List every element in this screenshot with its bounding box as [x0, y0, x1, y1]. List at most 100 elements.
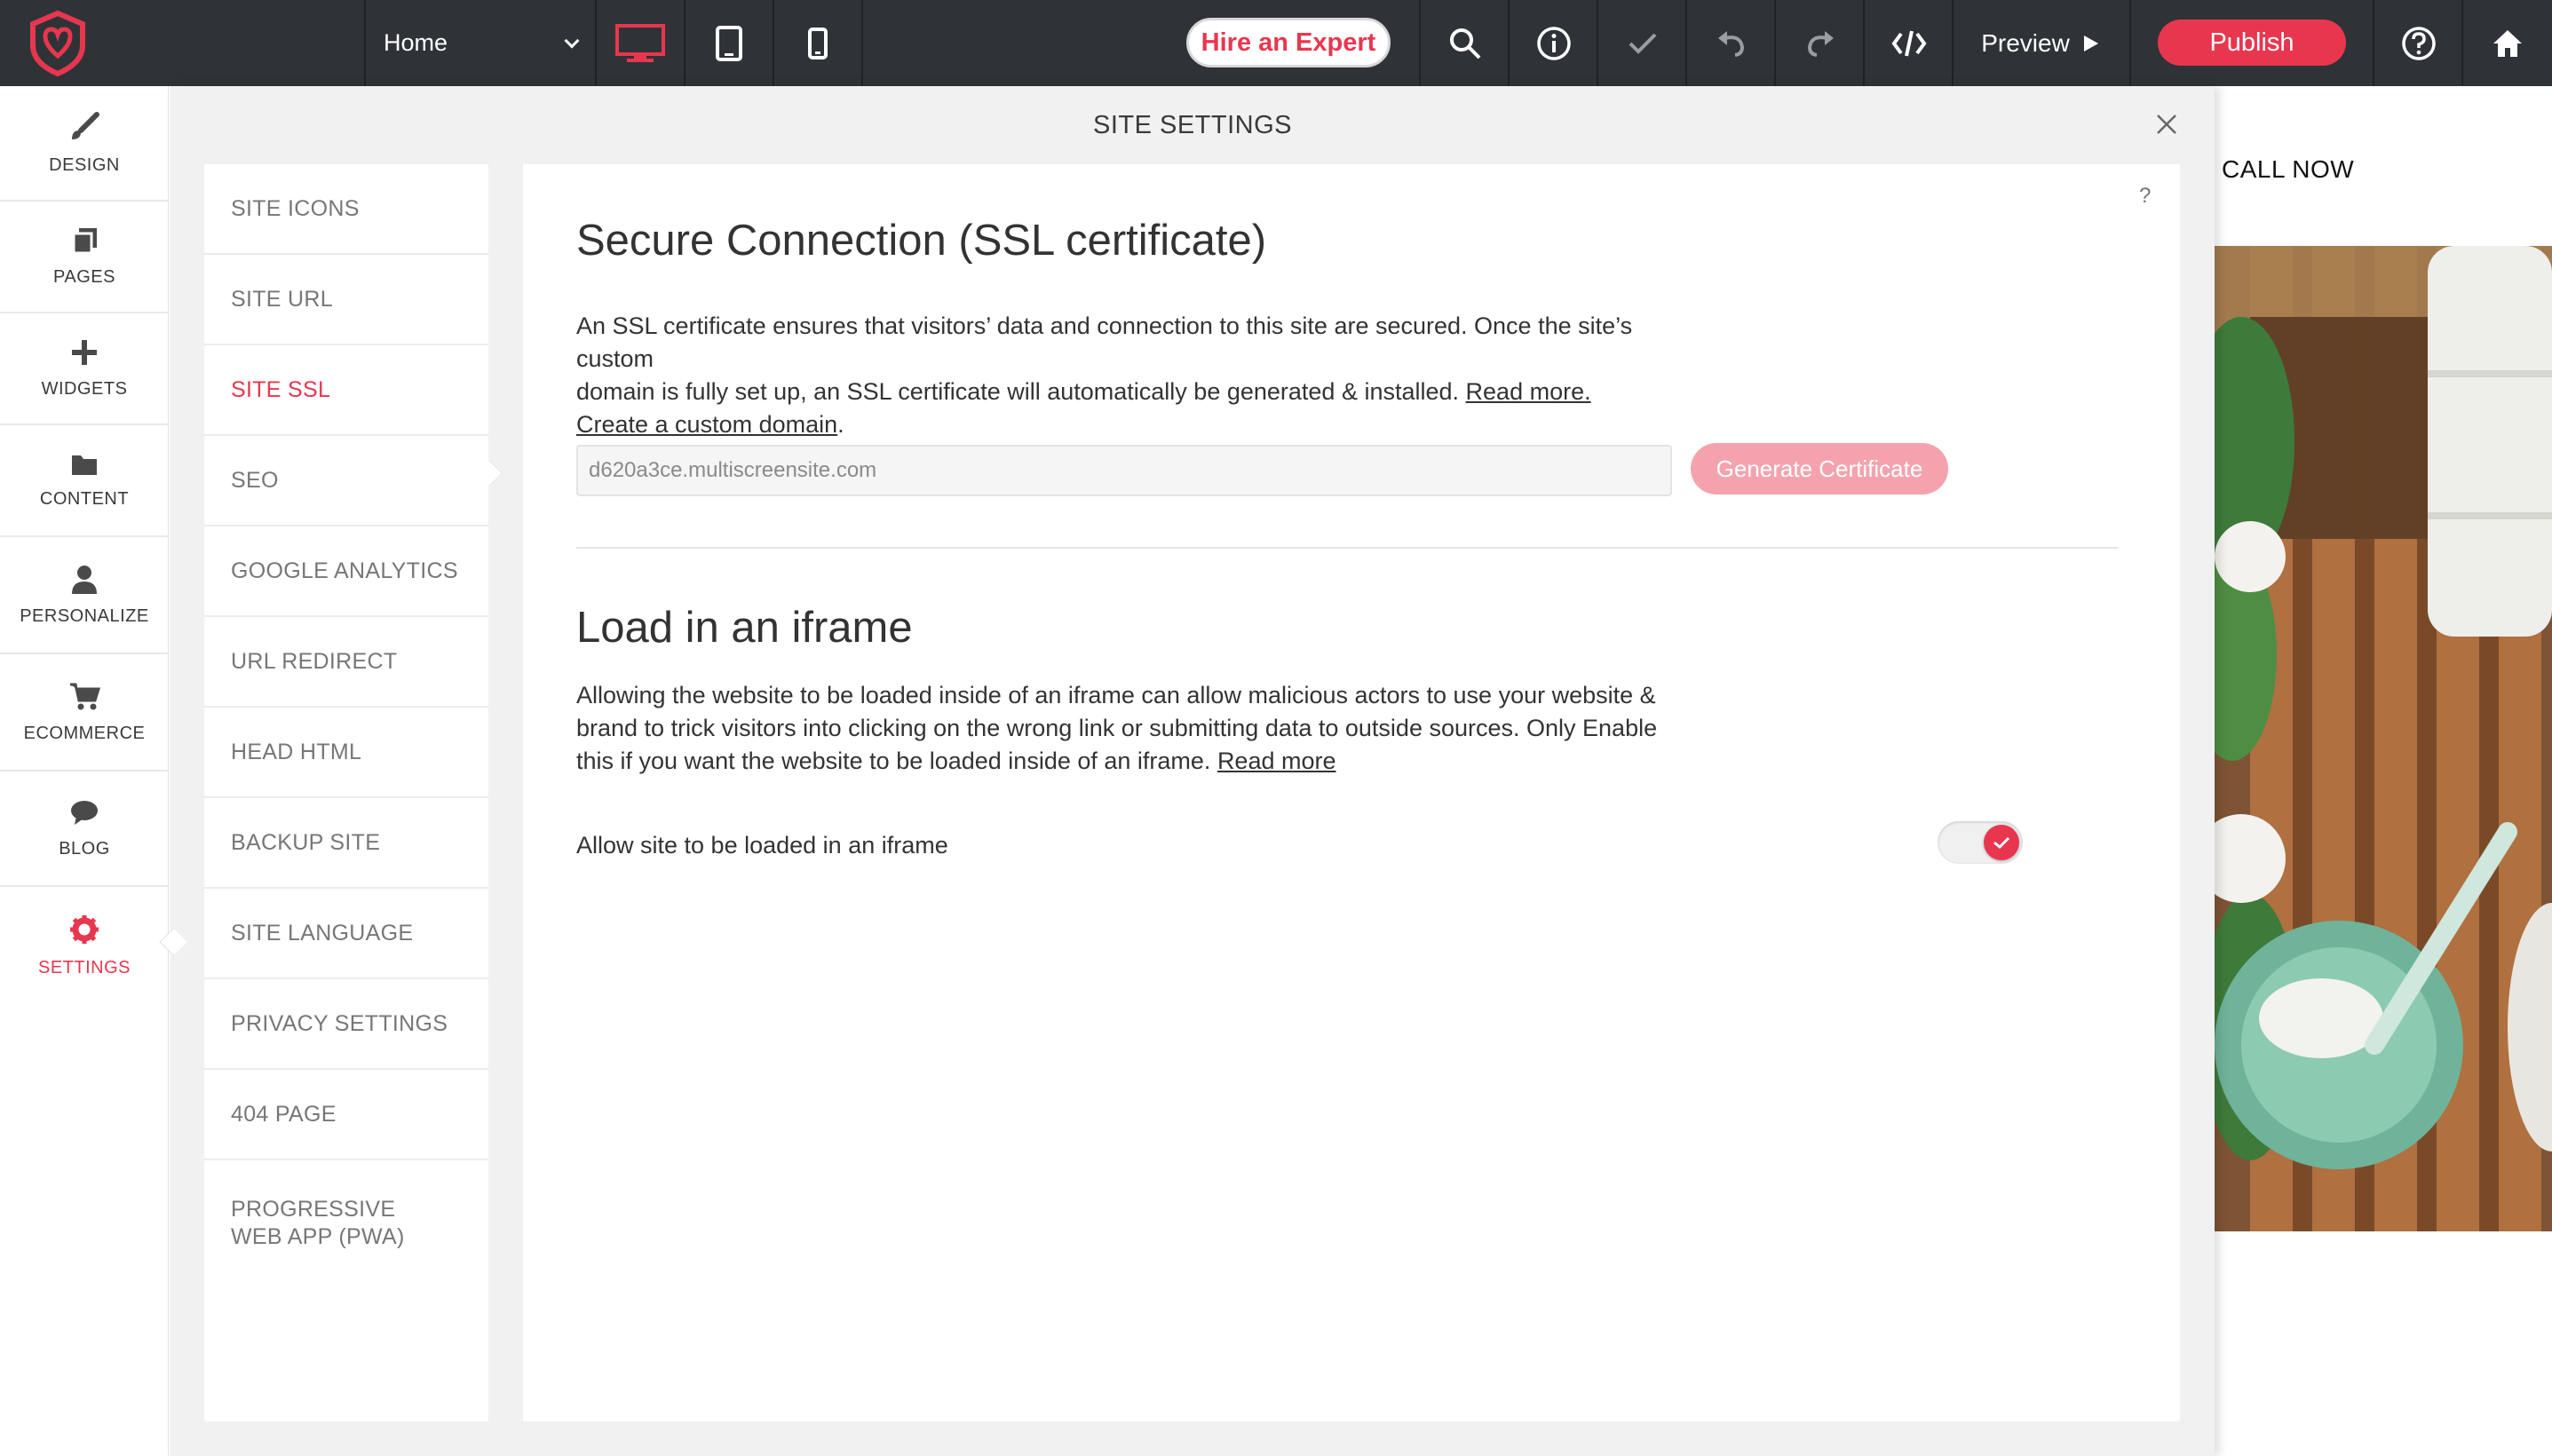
home-button[interactable]	[2463, 0, 2552, 86]
gear-icon	[70, 914, 99, 944]
folder-icon	[72, 455, 97, 475]
generate-certificate-button[interactable]: Generate Certificate	[1691, 443, 1948, 495]
preview-button[interactable]: Preview	[1952, 0, 2129, 86]
person-icon	[72, 565, 97, 594]
undo-button[interactable]	[1687, 0, 1776, 86]
ssl-desc-line-1: An SSL certificate ensures that visitors…	[576, 313, 1633, 372]
publish-button[interactable]: Publish	[2158, 20, 2346, 66]
code-icon	[1891, 30, 1927, 56]
search-button[interactable]	[1421, 0, 1510, 86]
checkmark-icon	[1629, 33, 1657, 54]
settings-nav-item-site-url[interactable]: SITE URL	[204, 255, 488, 345]
sidebar-item-label: WIDGETS	[41, 378, 128, 399]
ssl-desc-period: .	[837, 411, 844, 438]
iframe-title: Load in an iframe	[576, 604, 913, 652]
home-icon	[2493, 29, 2522, 57]
ssl-read-more-link[interactable]: Read more.	[1466, 378, 1591, 405]
page-selector[interactable]: Home	[366, 0, 595, 86]
modal-title: SITE SETTINGS	[1092, 111, 1293, 139]
settings-nav: SITE ICONS SITE URL SITE SSL SEO GOOGLE …	[204, 164, 488, 1421]
sidebar-item-label: PAGES	[53, 266, 115, 287]
sidebar-item-label: PERSONALIZE	[20, 605, 149, 626]
ssl-settings-panel: ? Secure Connection (SSL certificate) An…	[523, 164, 2180, 1421]
editor-sidebar: DESIGN PAGES WIDGETS CONTENT PERSONALIZE	[0, 86, 169, 1456]
brush-icon	[72, 111, 99, 139]
iframe-desc-line-1: Allowing the website to be loaded inside…	[576, 682, 1656, 708]
settings-nav-item-site-icons[interactable]: SITE ICONS	[204, 164, 488, 255]
search-icon	[1450, 28, 1481, 59]
settings-nav-item-seo[interactable]: SEO	[204, 436, 488, 526]
iframe-desc-line-3-text: this if you want the website to be loade…	[576, 748, 1211, 774]
settings-nav-item-privacy-settings[interactable]: PRIVACY SETTINGS	[204, 979, 488, 1070]
sidebar-item-design[interactable]: DESIGN	[0, 86, 169, 202]
site-preview: CALL NOW	[2215, 86, 2552, 1456]
help-icon	[2402, 26, 2436, 60]
iframe-toggle-label: Allow site to be loaded in an iframe	[576, 832, 948, 859]
iframe-description: Allowing the website to be loaded inside…	[576, 679, 1695, 778]
site-domain-field[interactable]: d620a3ce.multiscreensite.com	[576, 445, 1672, 496]
save-check-button[interactable]	[1598, 0, 1687, 86]
pages-icon	[72, 227, 97, 254]
logo-icon	[30, 10, 85, 76]
redo-button[interactable]	[1776, 0, 1865, 86]
app-logo[interactable]	[0, 0, 115, 86]
settings-nav-item-site-ssl[interactable]: SITE SSL	[204, 345, 488, 436]
sidebar-item-label: BLOG	[59, 838, 110, 859]
sidebar-item-personalize[interactable]: PERSONALIZE	[0, 537, 169, 654]
call-now-link[interactable]: CALL NOW	[2222, 155, 2354, 184]
code-editor-button[interactable]	[1865, 0, 1954, 86]
ssl-description: An SSL certificate ensures that visitors…	[576, 310, 1695, 441]
ssl-desc-line-2: domain is fully set up, an SSL certifica…	[576, 376, 1695, 408]
spa-photo	[2215, 246, 2552, 1231]
plus-icon	[72, 339, 97, 365]
page-selector-value: Home	[384, 29, 448, 56]
top-toolbar: Home Hire an Expert Preview Publish	[0, 0, 2552, 86]
sidebar-item-settings[interactable]: SETTINGS	[0, 887, 169, 1004]
close-button[interactable]	[2153, 111, 2180, 138]
chevron-down-icon	[564, 33, 580, 48]
preview-label: Preview	[1981, 28, 2070, 57]
hero-image	[2215, 246, 2552, 1231]
iframe-desc-line-2: brand to trick visitors into clicking on…	[576, 715, 1658, 741]
chat-bubble-icon	[71, 800, 98, 825]
mobile-view-button[interactable]	[774, 0, 861, 86]
site-settings-modal: SITE SETTINGS SITE ICONS SITE URL SITE S…	[170, 86, 2215, 1456]
iframe-toggle[interactable]	[1938, 821, 2023, 864]
sidebar-item-blog[interactable]: BLOG	[0, 772, 169, 887]
sidebar-item-pages[interactable]: PAGES	[0, 202, 169, 313]
sidebar-item-label: SETTINGS	[37, 957, 131, 977]
settings-nav-item-backup-site[interactable]: BACKUP SITE	[204, 798, 488, 889]
settings-nav-item-google-analytics[interactable]: GOOGLE ANALYTICS	[204, 526, 488, 617]
ssl-desc-line-3: Create a custom domain.	[576, 408, 1695, 441]
play-icon	[2083, 35, 2098, 51]
ssl-desc-line-2-text: domain is fully set up, an SSL certifica…	[576, 378, 1460, 405]
settings-nav-item-404-page[interactable]: 404 PAGE	[204, 1070, 488, 1160]
desktop-view-button[interactable]	[597, 0, 684, 86]
redo-icon	[1807, 30, 1834, 57]
undo-icon	[1718, 30, 1745, 57]
ssl-title: Secure Connection (SSL certificate)	[576, 217, 1267, 265]
section-divider	[576, 547, 2118, 549]
info-button[interactable]	[1510, 0, 1598, 86]
iframe-read-more-link[interactable]: Read more	[1217, 748, 1336, 774]
settings-nav-item-pwa[interactable]: PROGRESSIVE WEB APP (PWA)	[204, 1160, 488, 1294]
help-button[interactable]	[2374, 0, 2463, 86]
settings-nav-item-head-html[interactable]: HEAD HTML	[204, 708, 488, 798]
info-icon	[1537, 26, 1571, 60]
tablet-view-button[interactable]	[686, 0, 773, 86]
sidebar-item-ecommerce[interactable]: ECOMMERCE	[0, 654, 169, 772]
mobile-icon	[808, 27, 828, 59]
help-tooltip-trigger[interactable]: ?	[2139, 184, 2151, 209]
settings-nav-item-site-language[interactable]: SITE LANGUAGE	[204, 889, 488, 979]
create-custom-domain-link[interactable]: Create a custom domain	[576, 411, 837, 438]
hire-expert-button[interactable]: Hire an Expert	[1186, 18, 1391, 67]
cart-icon	[70, 683, 100, 709]
sidebar-item-label: ECOMMERCE	[23, 723, 146, 743]
sidebar-item-content[interactable]: CONTENT	[0, 425, 169, 537]
toggle-knob	[1984, 825, 2019, 860]
checkmark-icon	[1993, 836, 2010, 850]
close-icon	[2157, 115, 2176, 134]
settings-nav-item-url-redirect[interactable]: URL REDIRECT	[204, 617, 488, 708]
sidebar-item-label: CONTENT	[39, 488, 130, 509]
sidebar-item-widgets[interactable]: WIDGETS	[0, 313, 169, 425]
